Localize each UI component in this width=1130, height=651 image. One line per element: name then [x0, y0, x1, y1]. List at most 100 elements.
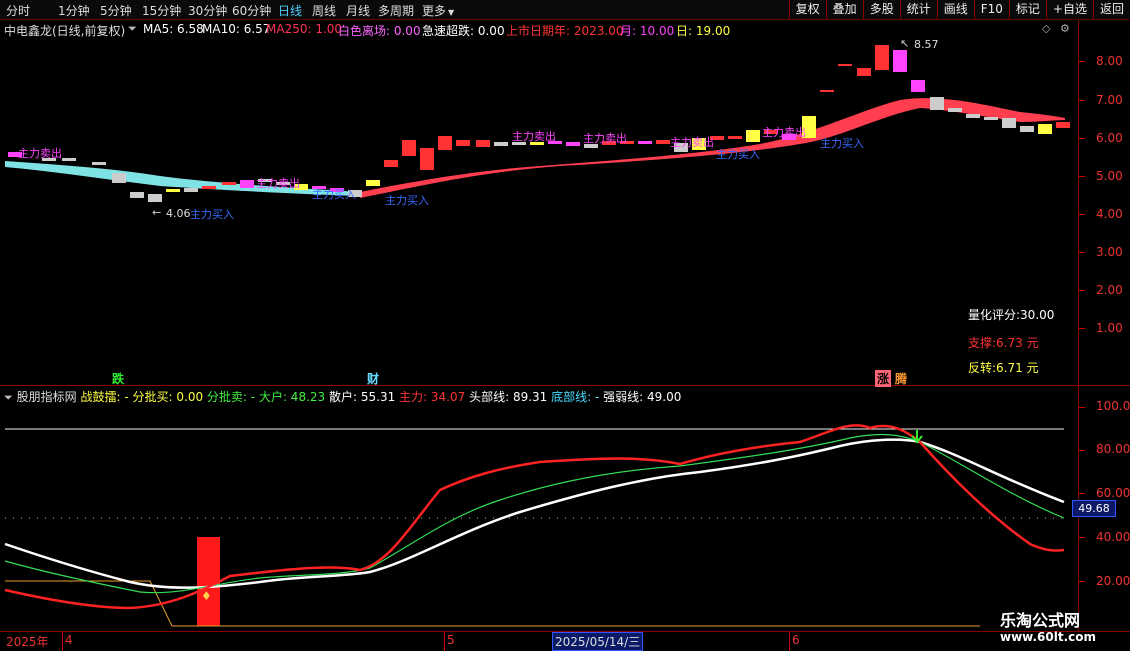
collapse-icon[interactable]: ⏷ [128, 22, 137, 36]
listing-month-value: 月: 10.00 [620, 24, 675, 38]
candle [476, 140, 490, 147]
candle [1056, 122, 1070, 128]
ma10-value: MA10: 6.57 [202, 22, 271, 36]
candle [148, 194, 162, 202]
indicator-tick: 60.00 [1096, 486, 1130, 500]
ma-band-cyan [5, 161, 360, 196]
price-tick: 4.00 [1096, 207, 1123, 221]
candle [222, 182, 236, 185]
price-tick: 5.00 [1096, 169, 1123, 183]
rapid-drop-value: 急速超跌: 0.00 [422, 24, 505, 38]
diamond-icon[interactable]: ◇ [1042, 22, 1050, 35]
tab-multi-period[interactable]: 多周期 [378, 2, 414, 19]
annotation-buy: 主力买入 [312, 188, 356, 201]
indicator-chart: ♦ [4, 424, 1065, 627]
candle [966, 114, 980, 118]
annotation-buy: 主力买入 [716, 148, 760, 161]
candle [166, 189, 180, 192]
annotation-buy: 主力买入 [190, 208, 234, 221]
candle [911, 80, 925, 92]
button-multi-stock[interactable]: 多股 [862, 0, 900, 19]
candle [930, 97, 944, 110]
indicator-tick: 40.00 [1096, 530, 1130, 544]
signal-bar [197, 537, 220, 626]
candle [1038, 124, 1052, 134]
candle [240, 180, 254, 188]
indicator-tick: 100.0 [1096, 399, 1130, 413]
button-back[interactable]: 返回 [1092, 0, 1130, 19]
candle [566, 142, 580, 146]
candle [62, 158, 76, 161]
tab-more[interactable]: 更多 ▼ [422, 2, 454, 19]
candle [92, 162, 106, 165]
button-draw-line[interactable]: 画线 [936, 0, 974, 19]
tab-60min[interactable]: 60分钟 [232, 2, 271, 19]
candle [420, 148, 434, 170]
zhuli-line [4, 424, 1065, 610]
tick [1079, 537, 1085, 538]
candle [875, 45, 889, 70]
candle [857, 68, 871, 76]
button-add-watchlist[interactable]: +自选 [1045, 0, 1093, 19]
tab-15min[interactable]: 15分钟 [142, 2, 181, 19]
candlestick-chart: ↖ ← [5, 37, 1070, 219]
candle [184, 188, 198, 192]
listing-year-value: 上市日期年: 2023.00 [506, 24, 624, 38]
candle [728, 136, 742, 139]
period-toolbar: 分时 1分钟 5分钟 15分钟 30分钟 60分钟 日线 周线 月线 多周期 更… [0, 0, 1130, 20]
candle [456, 140, 470, 146]
candle [893, 50, 907, 72]
date-month-4: 4 [65, 633, 73, 647]
price-tick: 1.00 [1096, 321, 1123, 335]
dropdown-icon: ▼ [448, 8, 455, 17]
tab-fenshi[interactable]: 分时 [6, 2, 30, 19]
tick [62, 632, 63, 651]
annotation-sell: 主力卖出 [18, 147, 62, 160]
button-overlay[interactable]: 叠加 [825, 0, 863, 19]
tick [1079, 407, 1085, 408]
candle [112, 173, 126, 183]
candle [438, 136, 452, 150]
tab-daily[interactable]: 日线 [278, 2, 302, 19]
candle [984, 117, 998, 120]
price-tick: 2.00 [1096, 283, 1123, 297]
candle [402, 140, 416, 156]
candle [494, 142, 508, 146]
annotation-sell: 主力卖出 [512, 130, 556, 143]
candle [838, 64, 852, 66]
candle [656, 140, 670, 144]
tab-weekly[interactable]: 周线 [312, 2, 336, 19]
candle [948, 108, 962, 112]
marker-rise: 涨 [875, 370, 892, 387]
date-month-6: 6 [792, 633, 800, 647]
tick [1079, 138, 1085, 139]
tick [1079, 61, 1085, 62]
tab-5min[interactable]: 5分钟 [100, 2, 132, 19]
candle [202, 186, 216, 189]
tick [1079, 100, 1085, 101]
tab-monthly[interactable]: 月线 [346, 2, 370, 19]
button-mark[interactable]: 标记 [1008, 0, 1046, 19]
price-tick: 3.00 [1096, 245, 1123, 259]
settings-icon[interactable]: ⚙ [1060, 22, 1070, 35]
button-f10[interactable]: F10 [973, 0, 1009, 19]
watermark-title: 乐淘公式网 [1000, 611, 1081, 630]
tab-1min[interactable]: 1分钟 [58, 2, 90, 19]
button-fuquan[interactable]: 复权 [788, 0, 826, 19]
annotation-sell: 主力卖出 [762, 126, 806, 139]
tab-30min[interactable]: 30分钟 [188, 2, 227, 19]
annotation-sell: 主力卖出 [256, 177, 300, 190]
marker-soar: 腾 [895, 372, 908, 386]
tick [1079, 581, 1085, 582]
annotation-buy: 主力买入 [820, 137, 864, 150]
annotation-sell: 主力卖出 [670, 136, 714, 149]
candle [638, 141, 652, 144]
indicator-tick: 80.00 [1096, 442, 1130, 456]
high-price-label: 8.57 [914, 38, 939, 51]
watermark-url: www.60lt.com [1000, 630, 1097, 644]
button-statistics[interactable]: 统计 [899, 0, 937, 19]
marker-finance: 财 [367, 372, 380, 386]
ma250-value: MA250: 1.00 [266, 22, 343, 36]
low-arrow-icon: ← [152, 206, 161, 219]
tick [1079, 176, 1085, 177]
